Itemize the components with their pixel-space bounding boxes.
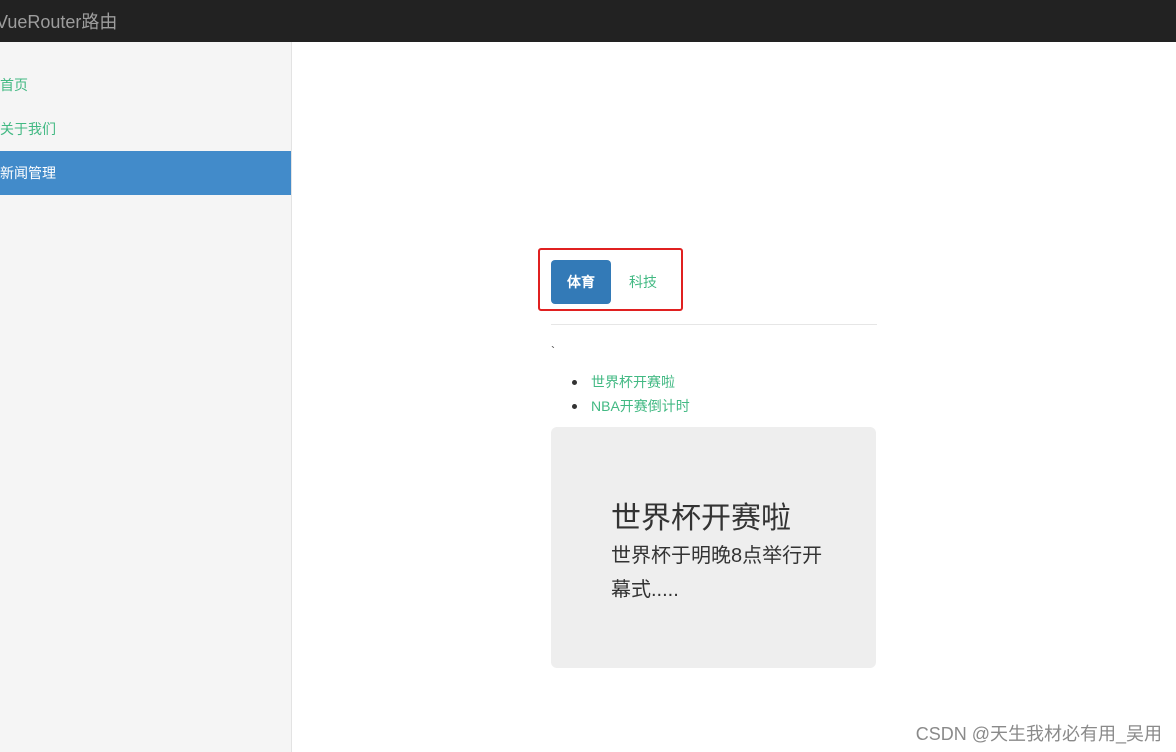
- news-link[interactable]: NBA开赛倒计时: [591, 398, 690, 414]
- app-brand[interactable]: VueRouter路由: [0, 8, 117, 34]
- top-navbar: VueRouter路由: [0, 0, 1176, 42]
- news-link[interactable]: 世界杯开赛啦: [591, 374, 675, 390]
- sidebar-item-home[interactable]: 首页: [0, 63, 291, 107]
- sidebar-item-about[interactable]: 关于我们: [0, 107, 291, 151]
- csdn-watermark: CSDN @天生我材必有用_吴用: [915, 724, 1162, 744]
- news-detail-title: 世界杯开赛啦: [611, 502, 791, 535]
- stray-text: `: [551, 344, 555, 358]
- tab-tech[interactable]: 科技: [615, 260, 671, 304]
- news-list: 世界杯开赛啦 NBA开赛倒计时: [571, 370, 690, 418]
- news-detail-panel: 世界杯开赛啦 世界杯于明晚8点举行开幕式.....: [551, 427, 876, 668]
- tab-sports[interactable]: 体育: [551, 260, 611, 304]
- bullet-icon: [572, 404, 577, 409]
- bullet-icon: [572, 380, 577, 385]
- news-list-item[interactable]: NBA开赛倒计时: [571, 394, 690, 418]
- news-detail-body: 世界杯于明晚8点举行开幕式.....: [611, 545, 823, 601]
- sidebar-item-news[interactable]: 新闻管理: [0, 151, 291, 195]
- news-list-item[interactable]: 世界杯开赛啦: [571, 370, 690, 394]
- tabs-divider: [551, 324, 877, 325]
- sidebar: 首页 关于我们 新闻管理: [0, 42, 292, 752]
